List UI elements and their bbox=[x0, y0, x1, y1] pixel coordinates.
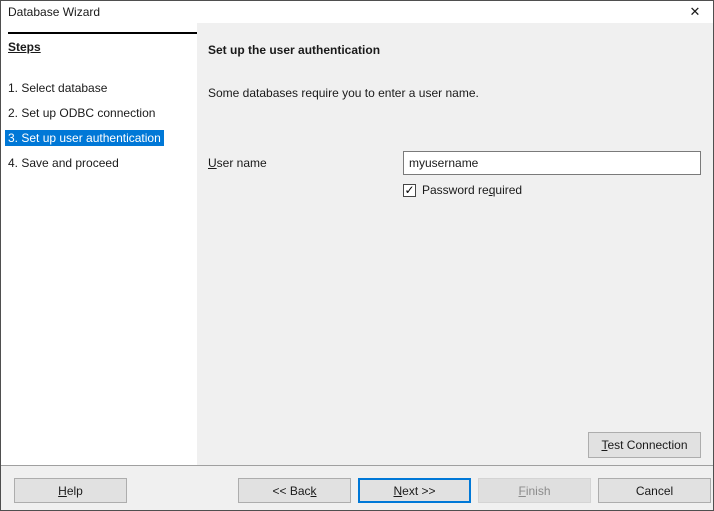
next-button[interactable]: Next >> bbox=[358, 478, 471, 503]
sidebar-divider bbox=[8, 32, 197, 34]
title-bar: Database Wizard ✕ bbox=[1, 1, 713, 23]
database-wizard-dialog: Database Wizard ✕ Steps 1. Select databa… bbox=[0, 0, 714, 511]
username-input[interactable] bbox=[403, 151, 701, 175]
checkmark-icon: ✓ bbox=[404, 185, 414, 196]
password-required-label[interactable]: Password required bbox=[422, 183, 522, 197]
close-button[interactable]: ✕ bbox=[677, 1, 713, 23]
step-label: 1. Select database bbox=[8, 81, 107, 95]
cancel-button[interactable]: Cancel bbox=[598, 478, 711, 503]
steps-heading: Steps bbox=[8, 40, 41, 54]
password-required-checkbox[interactable]: ✓ bbox=[403, 184, 416, 197]
finish-button: Finish bbox=[478, 478, 591, 503]
step-label: 4. Save and proceed bbox=[8, 156, 119, 170]
back-button[interactable]: << Back bbox=[238, 478, 351, 503]
back-label: << Back bbox=[272, 484, 316, 498]
test-connection-label: Test Connection bbox=[601, 438, 687, 452]
step-label: 3. Set up user authentication bbox=[8, 131, 161, 145]
step-label: 2. Set up ODBC connection bbox=[8, 106, 155, 120]
step-item-save-proceed[interactable]: 4. Save and proceed bbox=[5, 155, 122, 171]
cancel-label: Cancel bbox=[636, 484, 673, 498]
page-title: Set up the user authentication bbox=[208, 43, 380, 57]
username-label: User name bbox=[208, 156, 267, 170]
step-item-user-authentication[interactable]: 3. Set up user authentication bbox=[5, 130, 164, 146]
button-bar: Help << Back Next >> Finish Cancel bbox=[1, 465, 713, 510]
password-required-row: ✓ Password required bbox=[403, 183, 522, 197]
help-button[interactable]: Help bbox=[14, 478, 127, 503]
step-item-select-database[interactable]: 1. Select database bbox=[5, 80, 110, 96]
steps-sidebar: Steps 1. Select database 2. Set up ODBC … bbox=[1, 23, 197, 465]
step-item-odbc-connection[interactable]: 2. Set up ODBC connection bbox=[5, 105, 158, 121]
description-text: Some databases require you to enter a us… bbox=[208, 86, 479, 100]
help-label: Help bbox=[58, 484, 83, 498]
next-label: Next >> bbox=[393, 484, 435, 498]
close-icon: ✕ bbox=[690, 4, 701, 20]
content-pane: Set up the user authentication Some data… bbox=[197, 23, 713, 465]
finish-label: Finish bbox=[518, 484, 550, 498]
test-connection-button[interactable]: Test Connection bbox=[588, 432, 701, 458]
window-title: Database Wizard bbox=[8, 5, 100, 19]
